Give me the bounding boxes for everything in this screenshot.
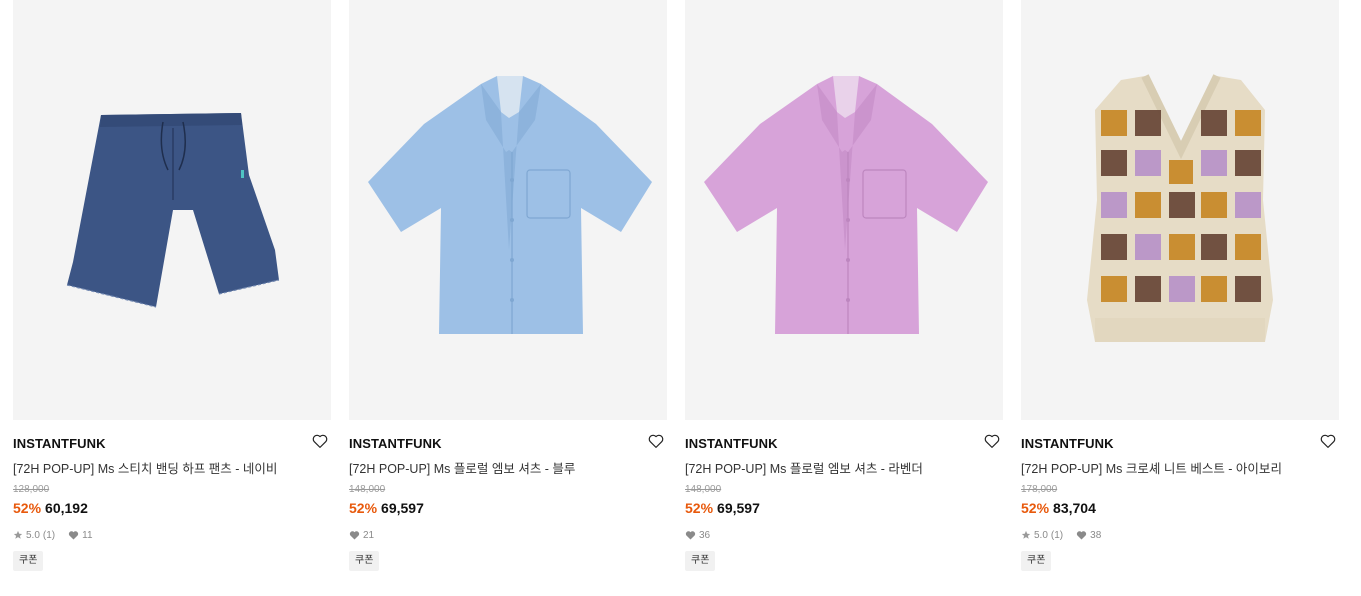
- price-row: 52% 60,192: [13, 500, 88, 516]
- like-heart-icon: [69, 531, 79, 540]
- like-count: 36: [699, 529, 711, 541]
- price-row: 52% 69,597: [685, 500, 760, 516]
- product-image[interactable]: [685, 0, 1003, 420]
- product-card[interactable]: INSTANTFUNK [72H POP-UP] Ms 크로셰 니트 베스트 -…: [1021, 0, 1339, 596]
- discount-rate: 52%: [1021, 500, 1050, 516]
- rating-value: 5.0: [1034, 529, 1048, 541]
- navy-denim-shorts-image: [66, 113, 280, 308]
- coupon-tag: 쿠폰: [685, 551, 716, 571]
- brand-name[interactable]: INSTANTFUNK: [685, 436, 778, 451]
- review-count: (1): [1050, 529, 1064, 541]
- wishlist-heart-icon[interactable]: [1319, 432, 1337, 450]
- discount-rate: 52%: [349, 500, 378, 516]
- product-name[interactable]: [72H POP-UP] Ms 스티치 밴딩 하프 팬츠 - 네이비: [13, 458, 277, 477]
- brand-name[interactable]: INSTANTFUNK: [349, 436, 442, 451]
- product-stats: 5.0 (1) 11: [13, 529, 93, 541]
- coupon-tag: 쿠폰: [13, 551, 44, 571]
- product-stats: 5.0 (1) 38: [1021, 529, 1101, 541]
- brand-name[interactable]: INSTANTFUNK: [13, 436, 106, 451]
- lavender-short-sleeve-shirt-image: [704, 76, 988, 334]
- product-card[interactable]: INSTANTFUNK [72H POP-UP] Ms 스티치 밴딩 하프 팬츠…: [13, 0, 331, 596]
- sale-price: 83,704: [1053, 500, 1096, 516]
- product-image[interactable]: [1021, 0, 1339, 420]
- product-card[interactable]: INSTANTFUNK [72H POP-UP] Ms 플로럴 엠보 셔츠 - …: [349, 0, 667, 596]
- blue-short-sleeve-shirt-image: [368, 76, 652, 334]
- coupon-tag: 쿠폰: [1021, 551, 1052, 571]
- product-stats: 36: [685, 529, 710, 541]
- original-price: 148,000: [685, 484, 722, 495]
- original-price: 148,000: [349, 484, 386, 495]
- star-icon: [1021, 530, 1031, 539]
- original-price: 178,000: [1021, 484, 1058, 495]
- ivory-crochet-knit-vest-image: [1087, 74, 1273, 342]
- star-icon: [13, 530, 23, 539]
- price-row: 52% 69,597: [349, 500, 424, 516]
- product-image[interactable]: [13, 0, 331, 420]
- review-count: (1): [42, 529, 56, 541]
- product-name[interactable]: [72H POP-UP] Ms 플로럴 엠보 셔츠 - 블루: [349, 458, 575, 477]
- product-name[interactable]: [72H POP-UP] Ms 크로셰 니트 베스트 - 아이보리: [1021, 458, 1282, 477]
- original-price: 128,000: [13, 484, 50, 495]
- like-count: 11: [82, 529, 93, 541]
- product-name[interactable]: [72H POP-UP] Ms 플로럴 엠보 셔츠 - 라벤더: [685, 458, 923, 477]
- rating-value: 5.0: [26, 529, 40, 541]
- product-card[interactable]: INSTANTFUNK [72H POP-UP] Ms 플로럴 엠보 셔츠 - …: [685, 0, 1003, 596]
- like-heart-icon: [685, 531, 696, 540]
- sale-price: 69,597: [717, 500, 760, 516]
- wishlist-heart-icon[interactable]: [983, 432, 1001, 450]
- like-heart-icon: [1077, 531, 1087, 540]
- price-row: 52% 83,704: [1021, 500, 1096, 516]
- like-count: 38: [1090, 529, 1102, 541]
- like-heart-icon: [349, 531, 360, 540]
- discount-rate: 52%: [13, 500, 42, 516]
- sale-price: 69,597: [381, 500, 424, 516]
- discount-rate: 52%: [685, 500, 714, 516]
- brand-name[interactable]: INSTANTFUNK: [1021, 436, 1114, 451]
- wishlist-heart-icon[interactable]: [311, 432, 329, 450]
- wishlist-heart-icon[interactable]: [647, 432, 665, 450]
- product-stats: 21: [349, 529, 374, 541]
- sale-price: 60,192: [45, 500, 88, 516]
- product-image[interactable]: [349, 0, 667, 420]
- like-count: 21: [363, 529, 375, 541]
- coupon-tag: 쿠폰: [349, 551, 380, 571]
